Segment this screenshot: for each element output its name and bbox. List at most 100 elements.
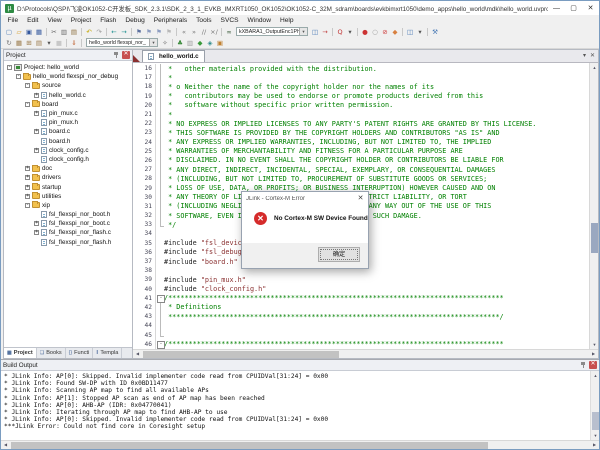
tree-item-fsl-flexspi-nor-flash-c[interactable]: +fsl_flexspi_nor_flash.c bbox=[4, 228, 132, 237]
tree-item-board[interactable]: -board bbox=[4, 100, 132, 109]
chevron-down-icon[interactable]: ▾ bbox=[149, 39, 157, 46]
menu-edit[interactable]: Edit bbox=[23, 17, 43, 24]
collapse-icon[interactable]: - bbox=[25, 203, 30, 208]
build-output-horizontal-scrollbar[interactable]: ◀ ▶ bbox=[1, 440, 599, 449]
tree-item-drivers[interactable]: +drivers bbox=[4, 173, 132, 182]
tree-item-hello-world-flexspi-nor-debug[interactable]: -hello_world flexspi_nor_debug bbox=[4, 72, 132, 81]
tree-item-doc[interactable]: +doc bbox=[4, 164, 132, 173]
cut-icon[interactable]: ✂ bbox=[49, 27, 59, 37]
target-select-combo[interactable]: hello_world flexspi_nor_▾ bbox=[86, 38, 158, 47]
redo-icon[interactable]: ↷ bbox=[94, 27, 104, 37]
stop-build-icon[interactable]: ■ bbox=[54, 38, 64, 48]
expand-icon[interactable]: + bbox=[25, 166, 30, 171]
target-options-icon[interactable]: ✧ bbox=[160, 38, 170, 48]
collapse-icon[interactable]: - bbox=[25, 102, 30, 107]
manage-rte-icon[interactable]: ♣ bbox=[175, 38, 185, 48]
kill-breakpoints-icon[interactable]: ⊘ bbox=[380, 27, 390, 37]
scroll-up-icon[interactable]: ▲ bbox=[591, 371, 599, 380]
batch-build-dropdown-icon[interactable]: ▾ bbox=[44, 38, 54, 48]
window-layout-dropdown-icon[interactable]: ▾ bbox=[415, 27, 425, 37]
menu-help[interactable]: Help bbox=[275, 17, 298, 24]
disable-breakpoint-icon[interactable]: ○ bbox=[370, 27, 380, 37]
build-icon[interactable]: ▦ bbox=[14, 38, 24, 48]
paste-icon[interactable]: ▤ bbox=[69, 27, 79, 37]
comment-icon[interactable]: // bbox=[199, 27, 209, 37]
save-all-icon[interactable]: ▦ bbox=[34, 27, 44, 37]
dialog-close-button[interactable]: ✕ bbox=[353, 192, 368, 205]
expand-icon[interactable]: + bbox=[34, 111, 39, 116]
document-list-icon[interactable]: ▾ bbox=[583, 52, 586, 59]
tab-templa[interactable]: ‖Templa bbox=[93, 348, 122, 358]
tree-item-startup[interactable]: +startup bbox=[4, 182, 132, 191]
editor-horizontal-scrollbar[interactable]: ◀ ▶ bbox=[133, 349, 598, 358]
manage-books-icon[interactable]: ◆ bbox=[195, 38, 205, 48]
insert-breakpoint-icon[interactable]: ● bbox=[360, 27, 370, 37]
build-output-vertical-scrollbar[interactable]: ▲ ▼ bbox=[590, 371, 599, 440]
expand-icon[interactable]: + bbox=[34, 129, 39, 134]
tree-item-fsl-flexspi-nor-flash-h[interactable]: fsl_flexspi_nor_flash.h bbox=[4, 238, 132, 247]
bookmark-prev-icon[interactable]: ⚑ bbox=[144, 27, 154, 37]
tab-project[interactable]: ▦Project bbox=[4, 348, 37, 358]
batch-build-icon[interactable]: ▤ bbox=[34, 38, 44, 48]
find-in-files-icon[interactable]: ∞ bbox=[224, 27, 234, 37]
editor-vscroll-thumb[interactable] bbox=[591, 223, 598, 253]
scroll-up-icon[interactable]: ▲ bbox=[590, 63, 599, 72]
search-icon[interactable]: Q bbox=[335, 27, 345, 37]
build-output-hscroll-thumb[interactable] bbox=[11, 442, 488, 449]
tree-item-pin-mux-h[interactable]: pin_mux.h bbox=[4, 118, 132, 127]
editor-vertical-scrollbar[interactable]: ▲ ▼ bbox=[589, 63, 598, 349]
expand-icon[interactable]: + bbox=[34, 230, 39, 235]
translate-icon[interactable]: ↻ bbox=[4, 38, 14, 48]
close-document-icon[interactable]: ✕ bbox=[590, 52, 595, 59]
copy-icon[interactable]: ▥ bbox=[59, 27, 69, 37]
bookmark-next-icon[interactable]: ⚑ bbox=[154, 27, 164, 37]
collapse-icon[interactable]: - bbox=[16, 74, 21, 79]
menu-tools[interactable]: Tools bbox=[192, 17, 216, 24]
indent-icon[interactable]: » bbox=[189, 27, 199, 37]
expand-icon[interactable]: + bbox=[25, 185, 30, 190]
fold-collapse-icon[interactable] bbox=[155, 340, 164, 349]
menu-project[interactable]: Project bbox=[66, 17, 96, 24]
menu-flash[interactable]: Flash bbox=[96, 17, 121, 24]
scroll-down-icon[interactable]: ▼ bbox=[590, 340, 599, 349]
tree-item-fsl-flexspi-nor-boot-c[interactable]: +fsl_flexspi_nor_boot.c bbox=[4, 219, 132, 228]
file-extensions-icon[interactable]: ▥ bbox=[185, 38, 195, 48]
toggle-breakpoints-icon[interactable]: ◆ bbox=[390, 27, 400, 37]
tab-books[interactable]: ❏Books bbox=[37, 348, 66, 358]
expand-icon[interactable]: + bbox=[34, 221, 39, 226]
project-panel-close-button[interactable]: ✕ bbox=[122, 51, 130, 59]
download-icon[interactable]: ⇓ bbox=[69, 38, 79, 48]
navigate-back-icon[interactable]: ← bbox=[109, 27, 119, 37]
search-dropdown-icon[interactable]: ▾ bbox=[345, 27, 355, 37]
menu-debug[interactable]: Debug bbox=[121, 17, 149, 24]
tree-item-board-c[interactable]: +board.c bbox=[4, 127, 132, 136]
bookmark-clear-icon[interactable]: ⚑ bbox=[164, 27, 174, 37]
expand-icon[interactable]: + bbox=[25, 175, 30, 180]
project-targets-icon[interactable]: ▣ bbox=[215, 38, 225, 48]
build-output-close-button[interactable]: ✕ bbox=[589, 361, 597, 369]
tree-item-board-h[interactable]: board.h bbox=[4, 137, 132, 146]
pin-icon[interactable] bbox=[580, 362, 587, 369]
close-button[interactable]: ✕ bbox=[582, 2, 599, 15]
menu-view[interactable]: View bbox=[43, 17, 66, 24]
rebuild-icon[interactable]: ⊞ bbox=[24, 38, 34, 48]
menu-peripherals[interactable]: Peripherals bbox=[149, 17, 191, 24]
tree-item-clock-config-c[interactable]: +clock_config.c bbox=[4, 146, 132, 155]
open-icon[interactable]: ▱ bbox=[14, 27, 24, 37]
menu-file[interactable]: File bbox=[3, 17, 23, 24]
tab-functi[interactable]: {}Functi bbox=[66, 348, 94, 358]
chevron-down-icon[interactable]: ▾ bbox=[299, 28, 307, 35]
new-file-icon[interactable]: ▢ bbox=[4, 27, 14, 37]
collapse-icon[interactable]: - bbox=[25, 83, 30, 88]
tree-item-source[interactable]: -source bbox=[4, 81, 132, 90]
build-output-content[interactable]: * JLink Info: AP[0]: Skipped. Invalid im… bbox=[1, 371, 599, 440]
tree-item-clock-config-h[interactable]: clock_config.h bbox=[4, 155, 132, 164]
multi-project-icon[interactable]: ◈ bbox=[205, 38, 215, 48]
tree-item-pin-mux-c[interactable]: +pin_mux.c bbox=[4, 109, 132, 118]
build-output-vscroll-thumb[interactable] bbox=[592, 412, 599, 430]
editor-hscroll-thumb[interactable] bbox=[143, 351, 339, 358]
project-tree[interactable]: -Project: hello_world-hello_world flexsp… bbox=[4, 61, 132, 347]
collapse-icon[interactable]: - bbox=[7, 65, 12, 70]
scroll-right-icon[interactable]: ▶ bbox=[589, 350, 598, 358]
bookmark-toggle-icon[interactable]: ⚑ bbox=[134, 27, 144, 37]
